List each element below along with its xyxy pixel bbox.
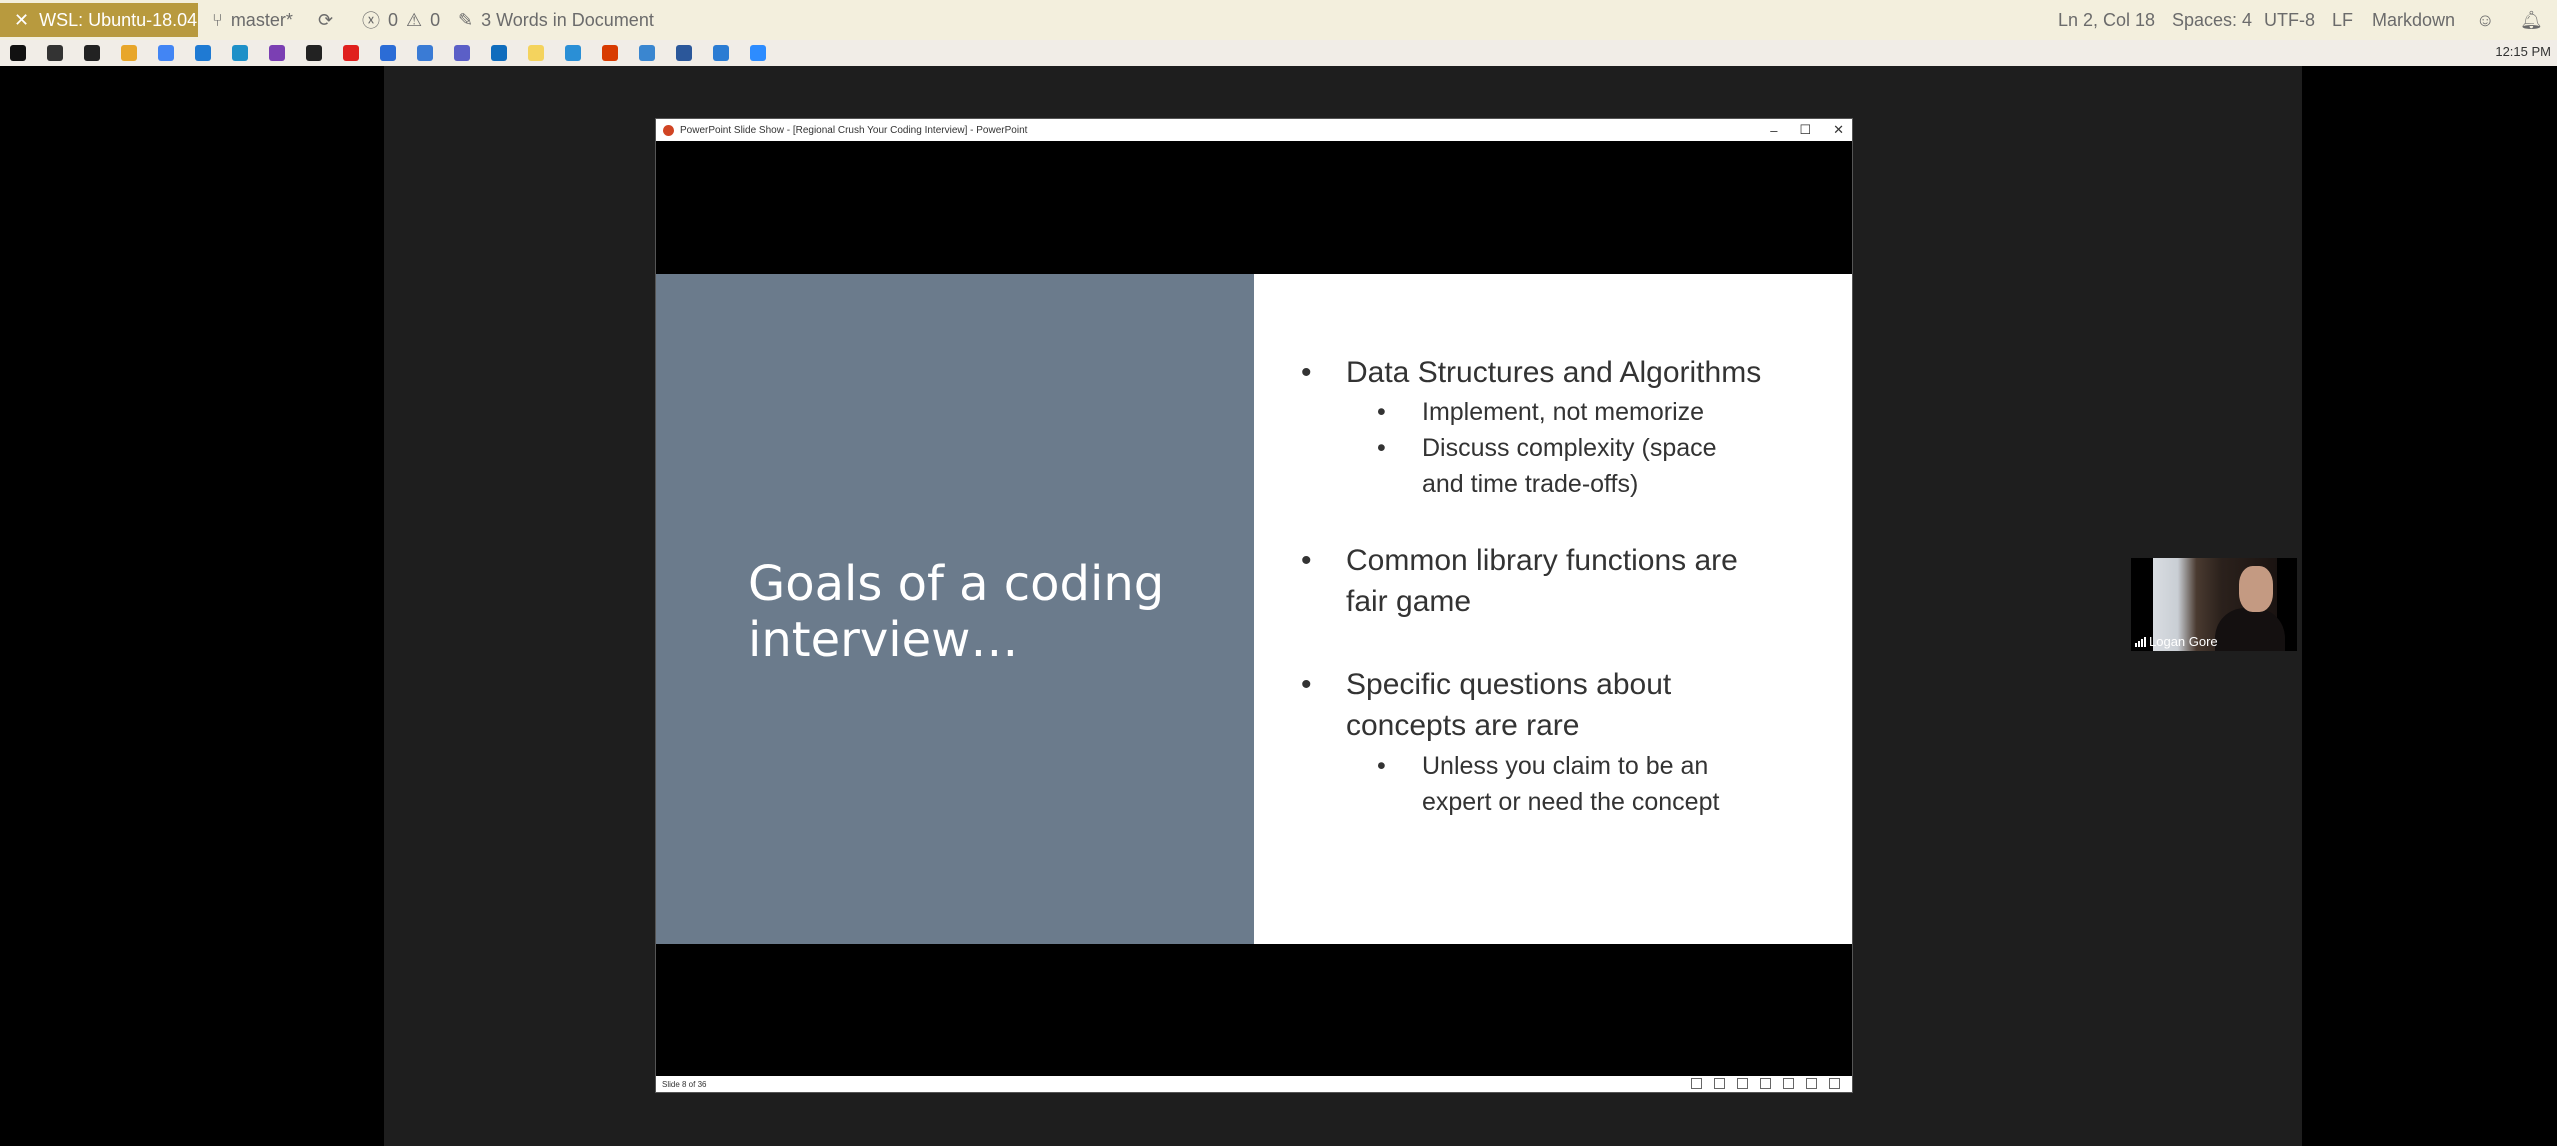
windows-start-icon[interactable] — [10, 45, 26, 61]
git-branch-icon: ⑂ — [212, 9, 223, 30]
zoom-icon[interactable] — [750, 45, 766, 61]
sub-bullet-text: Implement, not memorize — [1422, 398, 1705, 426]
problems-indicator[interactable]: ⓧ 0 ⚠ 0 — [362, 0, 440, 40]
word-count-label: 3 Words in Document — [481, 9, 654, 30]
taskbar-clock[interactable]: 12:15 PM — [2495, 44, 2551, 59]
bullet-text: Data Structures and Algorithms — [1346, 356, 1762, 389]
slide-menu-icon[interactable] — [1714, 1078, 1725, 1089]
error-count: 0 — [388, 9, 399, 30]
visual-studio-icon[interactable] — [269, 45, 285, 61]
remote-indicator[interactable]: ✕ WSL: Ubuntu-18.04 — [0, 3, 198, 37]
language-label: Markdown — [2372, 9, 2456, 30]
word-icon[interactable] — [676, 45, 692, 61]
sub-bullet-text: Unless you claim to be an expert or need… — [1422, 752, 1720, 816]
sync-button[interactable]: ⟳ — [318, 0, 333, 40]
bell-icon: 🔔︎ — [2520, 9, 2543, 30]
webcam-label: Logan Gore — [2135, 634, 2218, 649]
task-view-icon[interactable] — [47, 45, 63, 61]
powerpoint-statusbar: Slide 8 of 36 — [656, 1076, 1852, 1092]
encoding-label: UTF-8 — [2264, 9, 2315, 30]
indentation-label: Spaces: 4 — [2172, 9, 2253, 30]
cortana-icon[interactable] — [565, 45, 581, 61]
word-count-indicator[interactable]: ✎ 3 Words in Document — [458, 0, 654, 40]
sync-icon: ⟳ — [318, 9, 334, 30]
slideshow-icon[interactable] — [1829, 1078, 1840, 1089]
window-title: PowerPoint Slide Show - [Regional Crush … — [680, 124, 1028, 136]
pencil-icon: ✎ — [458, 9, 474, 30]
webcam-video[interactable]: Logan Gore — [2131, 558, 2297, 651]
slide-sorter-icon[interactable] — [1783, 1078, 1794, 1089]
powerpoint-titlebar: PowerPoint Slide Show - [Regional Crush … — [656, 119, 1852, 141]
slide-counter: Slide 8 of 36 — [662, 1079, 707, 1089]
bullet-text: Specific questions about concepts are ra… — [1346, 668, 1672, 742]
signal-icon — [2135, 636, 2146, 647]
warning-icon: ⚠ — [406, 9, 423, 30]
app-icon[interactable] — [417, 45, 433, 61]
cmd-icon[interactable] — [306, 45, 322, 61]
normal-view-icon[interactable] — [1760, 1078, 1771, 1089]
notifications-button[interactable]: 🔔︎ — [2520, 0, 2543, 40]
slide-title: Goals of a coding interview… — [748, 556, 1165, 668]
vscode-status-bar: ✕ WSL: Ubuntu-18.04 ⑂ master* ⟳ ⓧ 0 ⚠ 0 … — [0, 0, 2557, 40]
participant-name: Logan Gore — [2149, 634, 2218, 649]
branch-label: master* — [230, 9, 293, 30]
snip-icon[interactable] — [380, 45, 396, 61]
opera-icon[interactable] — [343, 45, 359, 61]
eol-label: LF — [2332, 9, 2354, 30]
sticky-icon[interactable] — [528, 45, 544, 61]
bullet-marker: • — [1377, 752, 1386, 780]
warning-count: 0 — [430, 9, 441, 30]
reading-view-icon[interactable] — [1806, 1078, 1817, 1089]
maximize-icon[interactable]: ☐ — [1799, 122, 1811, 138]
office-icon[interactable] — [602, 45, 618, 61]
bullet-marker: • — [1301, 544, 1312, 577]
eol-indicator[interactable]: LF — [2332, 0, 2353, 40]
remote-desktop-icon[interactable] — [639, 45, 655, 61]
bullet-marker: • — [1301, 356, 1312, 389]
letterbox-right — [2302, 66, 2557, 1146]
minimize-icon[interactable]: – — [1770, 123, 1777, 138]
branch-indicator[interactable]: ⑂ master* — [212, 0, 293, 40]
error-icon: ⓧ — [362, 11, 380, 31]
windows-taskbar: 12:15 PM — [0, 40, 2557, 67]
previous-slide-icon[interactable] — [1691, 1078, 1702, 1089]
bullet-marker: • — [1301, 668, 1312, 701]
sub-bullet-text: Discuss complexity (space and time trade… — [1422, 434, 1717, 498]
teams-icon[interactable] — [454, 45, 470, 61]
presenter-face — [2239, 566, 2273, 612]
vscode-icon[interactable] — [195, 45, 211, 61]
remote-label: WSL: Ubuntu-18.04 — [39, 9, 198, 30]
edge-icon[interactable] — [232, 45, 248, 61]
calendar-icon[interactable] — [713, 45, 729, 61]
outlook-icon[interactable] — [491, 45, 507, 61]
letterbox-left — [0, 66, 384, 1146]
slide-title-panel: Goals of a coding interview… — [656, 274, 1254, 944]
bullet-text: Common library functions are fair game — [1346, 544, 1738, 618]
feedback-button[interactable]: ☺ — [2476, 0, 2494, 40]
remote-icon: ✕ — [14, 9, 30, 30]
slide[interactable]: Goals of a coding interview… • Data Stru… — [656, 274, 1852, 944]
slide-content-panel: • Data Structures and Algorithms • Imple… — [1254, 274, 1852, 944]
presenter-body — [2215, 608, 2285, 651]
next-slide-icon[interactable] — [1737, 1078, 1748, 1089]
language-indicator[interactable]: Markdown — [2372, 0, 2455, 40]
terminal-icon[interactable] — [84, 45, 100, 61]
encoding-indicator[interactable]: UTF-8 — [2264, 0, 2315, 40]
bullet-marker: • — [1377, 434, 1386, 462]
powerpoint-icon — [663, 124, 674, 136]
powerpoint-window: PowerPoint Slide Show - [Regional Crush … — [655, 118, 1853, 1093]
indentation-indicator[interactable]: Spaces: 4 — [2172, 0, 2252, 40]
feedback-icon: ☺ — [2476, 9, 2495, 30]
bullet-marker: • — [1377, 398, 1386, 426]
cursor-position-label: Ln 2, Col 18 — [2058, 9, 2156, 30]
file-explorer-icon[interactable] — [121, 45, 137, 61]
cursor-position[interactable]: Ln 2, Col 18 — [2058, 0, 2155, 40]
close-icon[interactable]: ✕ — [1833, 122, 1844, 138]
chrome-icon[interactable] — [158, 45, 174, 61]
